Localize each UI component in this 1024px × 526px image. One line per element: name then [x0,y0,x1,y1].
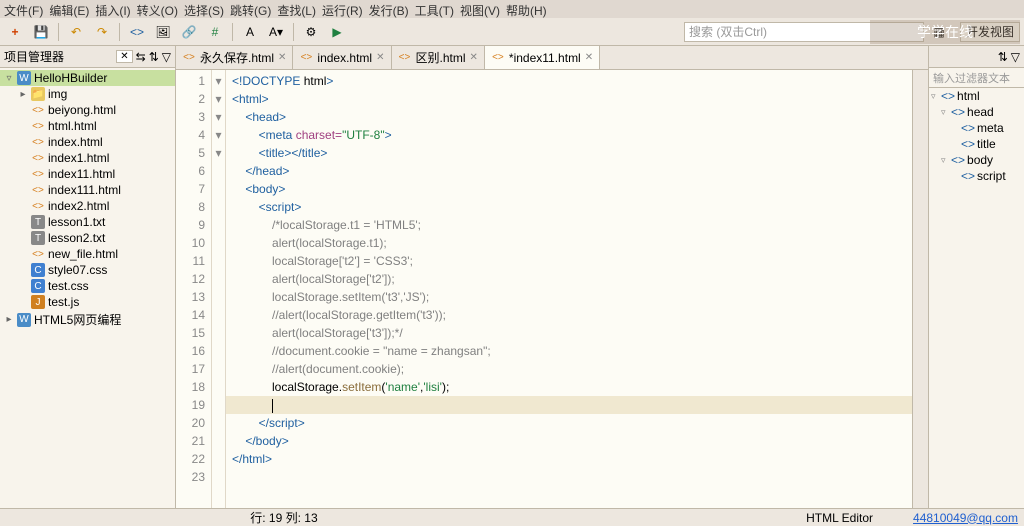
menu-item[interactable]: 插入(I) [95,2,130,16]
menu-item[interactable]: 选择(S) [184,2,224,16]
tree-item[interactable]: Cstyle07.css [0,262,175,278]
menu-item[interactable]: 转义(O) [137,2,178,16]
outline-sort-icon[interactable]: ⇅ [998,50,1008,64]
line-gutter: 1234567891011121314151617181920212223 [176,70,212,508]
img-button[interactable]: 🖼 [152,21,174,43]
menu-icon[interactable]: ▽ [162,50,171,64]
menu-item[interactable]: 帮助(H) [506,2,547,16]
code-editor[interactable]: <!DOCTYPE html><html> <head> <meta chars… [226,70,912,508]
outline-item[interactable]: ▿<>head [929,104,1024,120]
editor-tab[interactable]: <>index.html✕ [293,46,391,69]
panel-title: 项目管理器 [4,48,113,65]
outline-item[interactable]: <>script [929,168,1024,184]
fold-gutter[interactable]: ▾▾▾▾▾ [212,70,226,508]
css-button[interactable]: # [204,21,226,43]
menu-item[interactable]: 文件(F) [4,2,43,16]
scrollbar-vertical[interactable] [912,70,928,508]
menu-item[interactable]: 发行(B) [369,2,409,16]
menu-item[interactable]: 工具(T) [415,2,454,16]
menu-item[interactable]: 运行(R) [322,2,363,16]
tree-item[interactable]: <>index1.html [0,150,175,166]
outline-filter[interactable]: 输入过滤器文本 [929,68,1024,88]
tree-item[interactable]: Ctest.css [0,278,175,294]
tree-item[interactable]: Jtest.js [0,294,175,310]
outline-tree[interactable]: ▿<>html▿<>head<>meta<>title▿<>body<>scri… [929,88,1024,184]
close-icon[interactable]: ✕ [470,52,478,63]
menu-item[interactable]: 视图(V) [460,2,500,16]
tree-item[interactable]: <>index111.html [0,182,175,198]
editor-tab[interactable]: <>*index11.html✕ [485,46,600,69]
outline-panel: ⇅ ▽ 输入过滤器文本 ▿<>html▿<>head<>meta<>title▿… [928,46,1024,508]
link-button[interactable]: 🔗 [178,21,200,43]
outline-item[interactable]: <>title [929,136,1024,152]
outline-item[interactable]: <>meta [929,120,1024,136]
qr-icon[interactable]: ▦ [928,21,950,43]
tree-item[interactable]: ▸📁img [0,86,175,102]
tree-item[interactable]: <>new_file.html [0,246,175,262]
toolbar: + 💾 ↶ ↷ <> 🖼 🔗 # A A▾ ⚙ ▶ 搜索 (双击Ctrl) ▦ … [0,18,1024,46]
text-dd[interactable]: A▾ [265,21,287,43]
editor-tab[interactable]: <>永久保存.html✕ [176,46,293,69]
project-panel: 项目管理器 ✕ ⇆ ⇅ ▽ ▿WHelloHBuilder▸📁img<>beiy… [0,46,176,508]
run-button[interactable]: ▶ [326,21,348,43]
close-icon[interactable]: ✕ [278,52,286,63]
cursor-position: 行: 19 列: 13 [250,509,317,526]
close-icon[interactable]: ✕ [585,52,593,63]
project-tree[interactable]: ▿WHelloHBuilder▸📁img<>beiyong.html<>html… [0,68,175,508]
undo-button[interactable]: ↶ [65,21,87,43]
editor-mode: HTML Editor [806,511,873,525]
collapse-icon[interactable]: ⇆ [136,50,146,64]
menu-item[interactable]: 查找(L) [277,2,316,16]
perspective-button[interactable]: 开发视图 [960,22,1020,42]
tree-item[interactable]: <>index11.html [0,166,175,182]
tree-item[interactable]: Tlesson1.txt [0,214,175,230]
panel-close-icon[interactable]: ✕ [116,50,132,63]
close-icon[interactable]: ✕ [376,52,384,63]
tree-item[interactable]: ▸WHTML5网页编程 [0,310,175,329]
new-button[interactable]: + [4,21,26,43]
tag-button[interactable]: <> [126,21,148,43]
tree-item[interactable]: ▿WHelloHBuilder [0,70,175,86]
menu-item[interactable]: 跳转(G) [230,2,271,16]
tree-item[interactable]: <>index.html [0,134,175,150]
tree-item[interactable]: <>index2.html [0,198,175,214]
editor-tab[interactable]: <>区别.html✕ [392,46,485,69]
menubar: 文件(F) 编辑(E) 插入(I) 转义(O) 选择(S) 跳转(G) 查找(L) 运行(R)… [0,0,1024,18]
outline-item[interactable]: ▿<>body [929,152,1024,168]
tree-item[interactable]: <>html.html [0,118,175,134]
tree-item[interactable]: <>beiyong.html [0,102,175,118]
save-button[interactable]: 💾 [30,21,52,43]
outline-menu-icon[interactable]: ▽ [1011,50,1020,64]
cfg-button[interactable]: ⚙ [300,21,322,43]
editor-tabs: <>永久保存.html✕<>index.html✕<>区别.html✕<>*in… [176,46,928,70]
redo-button[interactable]: ↷ [91,21,113,43]
search-input[interactable]: 搜索 (双击Ctrl) [684,22,924,42]
menu-item[interactable]: 编辑(E) [49,2,89,16]
text-button[interactable]: A [239,21,261,43]
outline-item[interactable]: ▿<>html [929,88,1024,104]
account-email[interactable]: 44810049@qq.com [913,511,1018,525]
tree-item[interactable]: Tlesson2.txt [0,230,175,246]
link-icon[interactable]: ⇅ [149,50,159,64]
editor-area: <>永久保存.html✕<>index.html✕<>区别.html✕<>*in… [176,46,928,508]
status-bar: 行: 19 列: 13 HTML Editor 44810049@qq.com [0,508,1024,526]
